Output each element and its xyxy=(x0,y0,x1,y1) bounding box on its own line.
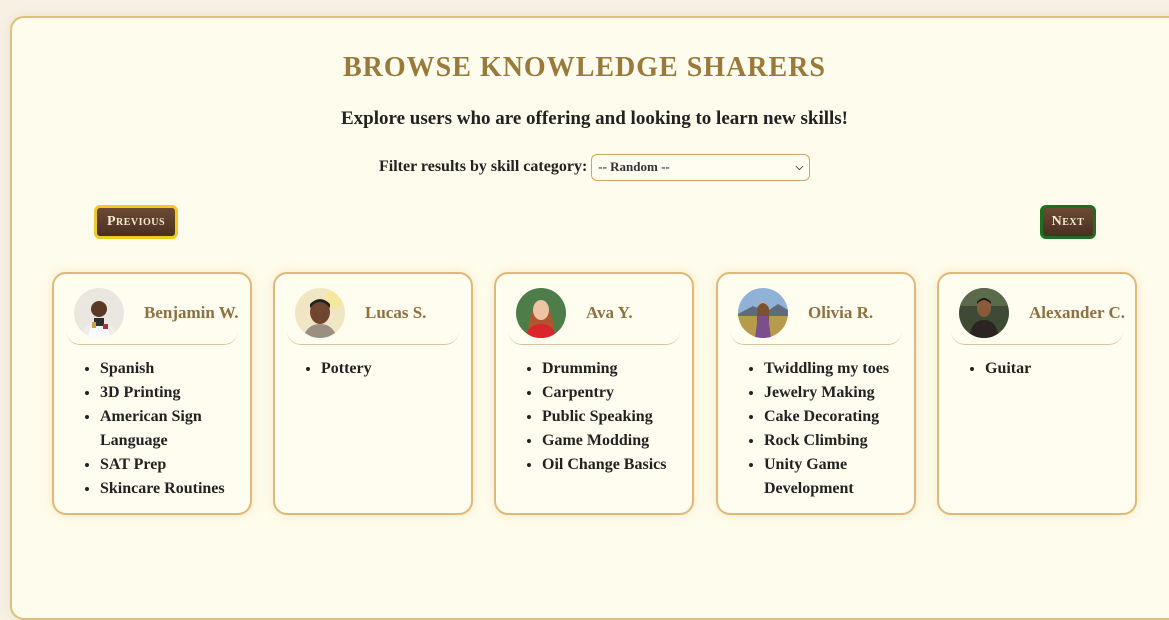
list-item: SAT Prep xyxy=(100,453,240,477)
avatar xyxy=(295,288,345,338)
user-card[interactable]: Olivia R. Twiddling my toes Jewelry Maki… xyxy=(716,272,916,515)
user-name: Benjamin W. xyxy=(144,303,239,322)
filter-row: Filter results by skill category: -- Ran… xyxy=(379,153,811,181)
user-name: Olivia R. xyxy=(808,303,874,322)
page-subtitle: Explore users who are offering and looki… xyxy=(340,108,849,129)
list-item: Skincare Routines xyxy=(100,477,240,501)
list-item: Spanish xyxy=(100,357,240,381)
user-name: Lucas S. xyxy=(365,303,427,322)
list-item: Public Speaking xyxy=(542,405,682,429)
next-button[interactable]: Next xyxy=(1040,205,1096,239)
filter-selected-value: -- Random -- xyxy=(598,159,670,174)
list-item: Oil Change Basics xyxy=(542,453,682,477)
user-card[interactable]: Lucas S. Pottery xyxy=(273,272,473,515)
avatar xyxy=(959,288,1009,338)
list-item: Rock Climbing xyxy=(764,429,904,453)
skills-list: Pottery xyxy=(321,357,461,381)
avatar xyxy=(738,288,788,338)
avatar xyxy=(74,288,124,338)
list-item: Game Modding xyxy=(542,429,682,453)
previous-button[interactable]: Previous xyxy=(94,205,178,239)
user-card[interactable]: Alexander C. Guitar xyxy=(937,272,1137,515)
chevron-down-icon: ⌵ xyxy=(795,161,804,173)
list-item: American Sign Language xyxy=(100,405,240,453)
user-card-header: Lucas S. xyxy=(287,282,459,345)
list-item: Unity Game Development xyxy=(764,453,904,501)
list-item: 3D Printing xyxy=(100,381,240,405)
list-item: Cake Decorating xyxy=(764,405,904,429)
list-item: Guitar xyxy=(985,357,1125,381)
list-item: Carpentry xyxy=(542,381,682,405)
user-name: Alexander C. xyxy=(1029,303,1126,322)
user-card-header: Olivia R. xyxy=(730,282,902,345)
skill-category-select[interactable]: -- Random -- ⌵ xyxy=(591,153,811,181)
skills-list: Guitar xyxy=(985,357,1125,381)
filter-label: Filter results by skill category: xyxy=(379,158,588,175)
list-item: Jewelry Making xyxy=(764,381,904,405)
skills-list: Drumming Carpentry Public Speaking Game … xyxy=(542,357,682,477)
list-item: Drumming xyxy=(542,357,682,381)
skills-list: Spanish 3D Printing American Sign Langua… xyxy=(100,357,240,501)
user-card[interactable]: Benjamin W. Spanish 3D Printing American… xyxy=(52,272,252,515)
list-item: Twiddling my toes xyxy=(764,357,904,381)
user-name: Ava Y. xyxy=(586,303,633,322)
user-card-header: Alexander C. xyxy=(951,282,1126,345)
skills-list: Twiddling my toes Jewelry Making Cake De… xyxy=(764,357,904,501)
user-card-header: Ava Y. xyxy=(508,282,680,345)
avatar xyxy=(516,288,566,338)
list-item: Pottery xyxy=(321,357,461,381)
user-card-header: Benjamin W. xyxy=(66,282,238,345)
page-title: BROWSE KNOWLEDGE SHARERS xyxy=(343,52,826,83)
user-card[interactable]: Ava Y. Drumming Carpentry Public Speakin… xyxy=(494,272,694,515)
